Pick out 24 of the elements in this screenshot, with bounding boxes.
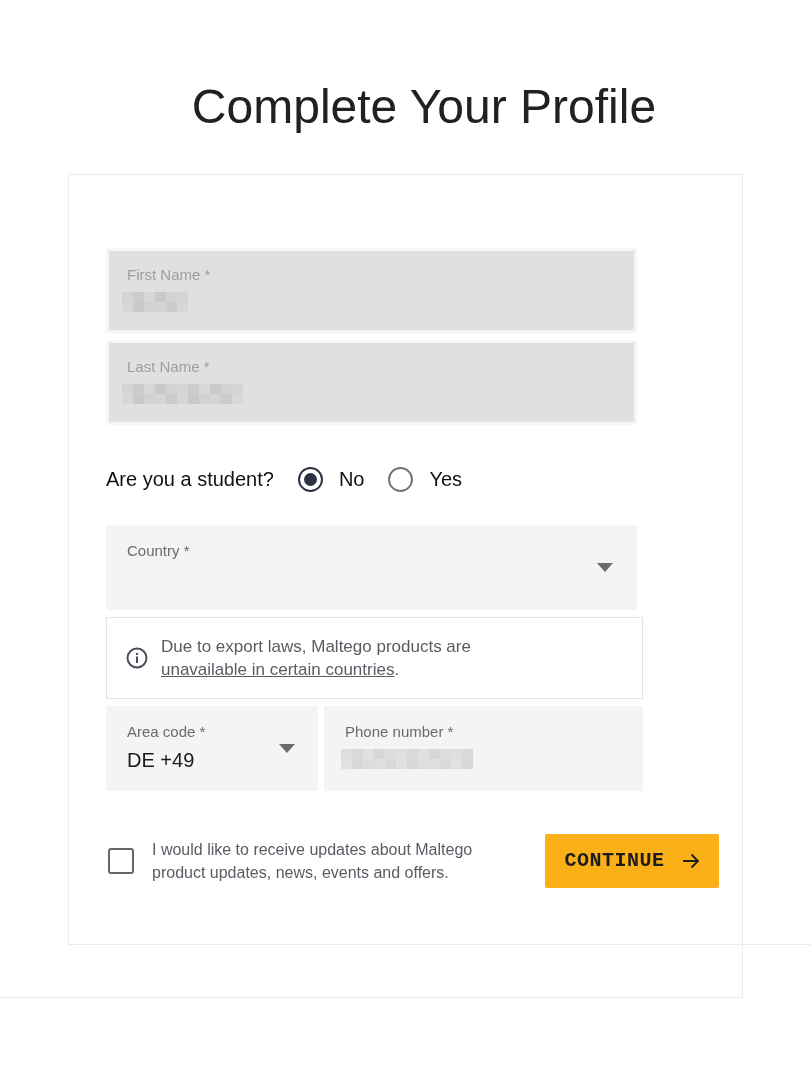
checkbox[interactable]	[108, 848, 134, 874]
radio-button[interactable]	[297, 466, 323, 492]
field-value: DE +49	[127, 748, 196, 773]
caret-icon	[279, 744, 295, 753]
field-label: Last Name *	[127, 357, 210, 377]
checkbox-label: I would like to receive updates about Maltego product updates, news, events and offers.	[152, 840, 474, 883]
field-label: First Name *	[127, 265, 211, 285]
radio-label: No	[338, 467, 365, 492]
notice-link[interactable]: unavailable in certain countries	[161, 660, 395, 679]
field-label: Area code *	[127, 722, 206, 742]
page-title: Complete Your Profile	[191, 79, 657, 135]
select-field[interactable]: Area code * DE +49	[106, 706, 318, 791]
field-label: Phone number *	[345, 722, 454, 742]
field-label: Country *	[127, 541, 190, 561]
arrow-right-icon	[682, 853, 700, 869]
question-label: Are you a student?	[106, 467, 274, 492]
select-field[interactable]: Country *	[106, 525, 637, 610]
caret-icon	[597, 563, 613, 572]
text-field[interactable]: Phone number *	[324, 706, 643, 791]
radio-button[interactable]	[388, 466, 414, 492]
continue-button[interactable]: CONTINUE	[545, 834, 719, 888]
notice-text: Due to export laws, Maltego products are unavailable in certain countries.	[161, 636, 472, 681]
radio-label: Yes	[429, 467, 463, 492]
info-icon	[126, 647, 148, 669]
